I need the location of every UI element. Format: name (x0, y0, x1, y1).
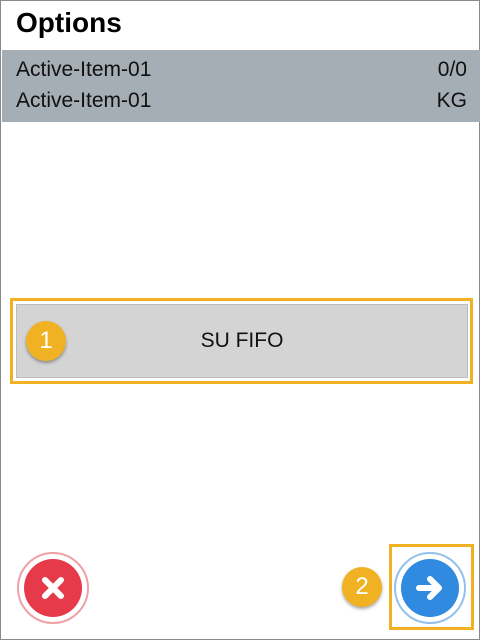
item-unit: KG (436, 89, 467, 112)
item-info-row: Active-Item-01 KG (16, 86, 467, 116)
callout-badge-2: 2 (342, 567, 382, 607)
page-title: Options (16, 7, 122, 38)
next-button[interactable] (394, 552, 466, 624)
item-name: Active-Item-01 (16, 89, 152, 112)
cancel-button[interactable] (17, 552, 89, 624)
item-info-panel: Active-Item-01 0/0 Active-Item-01 KG (2, 50, 480, 122)
su-fifo-button[interactable]: SU FIFO (16, 304, 468, 378)
arrow-right-icon (401, 559, 459, 617)
item-info-row: Active-Item-01 0/0 (16, 55, 467, 85)
su-fifo-label: SU FIFO (200, 329, 284, 352)
close-icon (24, 559, 82, 617)
item-quantity: 0/0 (437, 58, 467, 81)
callout-badge-1: 1 (26, 321, 66, 361)
item-name: Active-Item-01 (16, 58, 152, 81)
